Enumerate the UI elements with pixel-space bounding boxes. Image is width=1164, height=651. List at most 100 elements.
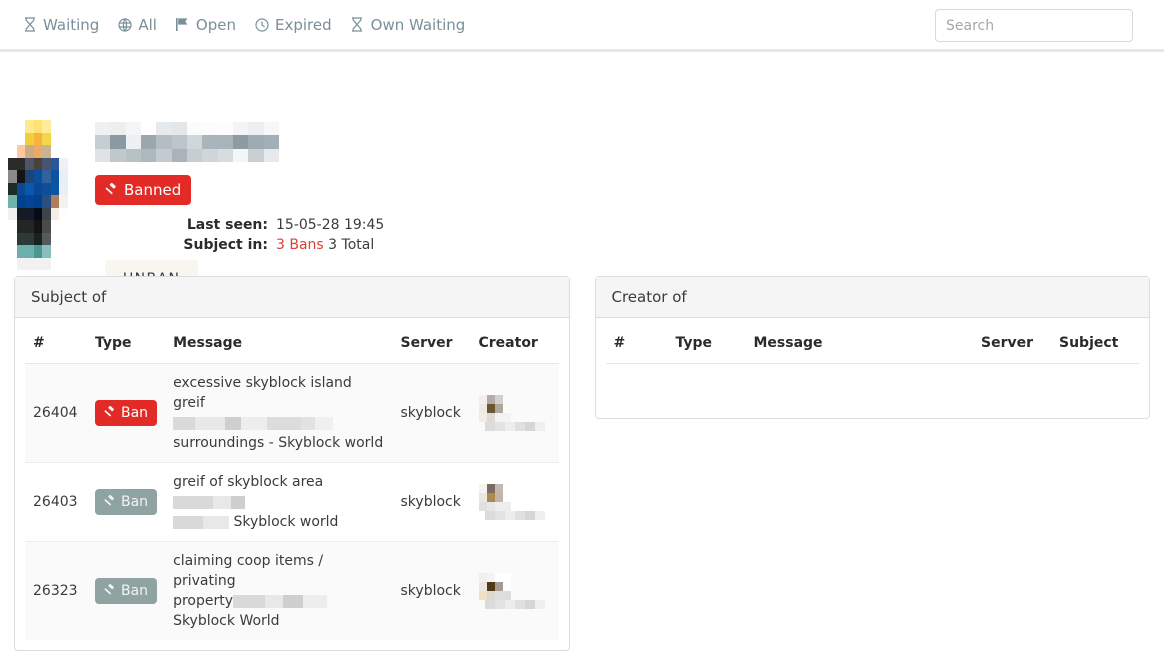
ban-badge-label: Ban [121,494,149,510]
redaction-block [95,135,111,149]
avatar-pixel [50,132,59,145]
creator-avatar-pixels [478,395,511,422]
redaction-block [263,122,279,136]
avatar-pixel [8,220,17,233]
avatar-pixel [33,182,42,195]
nav-item-waiting[interactable]: Waiting [18,10,113,40]
table-header-row: # Type Message Server Creator [25,318,559,364]
creator-avatar[interactable] [478,573,551,609]
ban-badge[interactable]: Ban [95,400,158,426]
nav-links: Waiting All Open Expired Own Waiting [0,10,479,40]
avatar-pixel [33,245,42,258]
avatar-pixel [25,132,34,145]
row-creator [470,363,559,463]
avatar-pixel [50,182,59,195]
avatar-pixel [59,220,68,233]
table-row[interactable]: 26323 Ban claiming coop items / privating p… [25,541,559,641]
nav-item-label: Open [195,15,236,34]
col-header-subject: Subject [1051,318,1139,364]
message-redaction [173,495,246,509]
avatar-pixel [8,170,17,183]
avatar-pixel [25,207,34,220]
creator-avatar-pixels [478,484,511,511]
col-header-message: Message [745,318,973,364]
search-box [935,9,1133,42]
col-header-server: Server [392,318,471,364]
avatar-pixel [42,257,51,270]
player-avatar [8,120,76,270]
row-server: skyblock [400,583,461,599]
avatar-pixel [16,120,25,133]
avatar-pixel [50,245,59,258]
avatar-pixel [42,132,51,145]
top-navigation-bar: Waiting All Open Expired Own Waiting Sea… [0,0,1164,52]
panel-creator-of: Creator of # Type Message Server Subject [594,276,1150,419]
redaction-block [125,135,141,149]
avatar-pixel [50,195,59,208]
subject-of-table: # Type Message Server Creator 26404 Ban ex… [25,318,559,640]
avatar-pixel [16,232,25,245]
panel-creator-of-title: Creator of [595,277,1149,318]
ban-badge[interactable]: Ban [95,489,158,515]
redaction-block [202,122,218,136]
redaction-block [140,122,157,136]
avatar-pixel [42,145,51,158]
avatar-pixel [42,195,51,208]
nav-item-all[interactable]: All [113,10,171,40]
gavel-icon [102,584,116,598]
row-server: skyblock [392,363,471,463]
avatar-pixel [67,157,76,170]
row-message: claiming coop items / privating property S… [165,542,392,641]
redaction-block [110,135,126,149]
table-row[interactable]: 26403 Ban greif of skyblock area Skyblock … [25,462,559,542]
avatar-pixel [33,120,42,133]
flag-icon [175,17,190,32]
avatar-pixel [50,207,59,220]
message-redaction [173,515,230,529]
redaction-block [110,148,126,162]
avatar-pixel [33,145,42,158]
ban-badge[interactable]: Ban [95,578,158,604]
bans-link[interactable]: 3 Bans [276,237,324,253]
redaction-block [232,122,249,136]
avatar-pixel [33,220,42,233]
bans-total: 3 Total [328,237,375,253]
redaction-block [217,148,233,162]
col-header-creator: Creator [470,318,559,364]
avatar-pixel [33,157,42,170]
redaction-block [156,122,172,136]
panel-creator-of-body: # Type Message Server Subject [596,318,1150,418]
creator-avatar[interactable] [478,484,551,520]
redaction-block [248,135,264,149]
avatar-pixel [8,120,17,133]
redaction-block [140,148,157,162]
avatar-pixel [67,207,76,220]
nav-item-expired[interactable]: Expired [250,10,346,40]
redaction-block [186,148,203,162]
nav-item-own-waiting[interactable]: Own Waiting [346,10,480,40]
avatar-pixel [50,232,59,245]
col-header-type: Type [87,318,166,364]
avatar-pixel [59,120,68,133]
nav-item-open[interactable]: Open [171,10,250,40]
redaction-block [171,122,187,136]
avatar-pixel [16,195,25,208]
avatar-pixel [67,245,76,258]
row-id: 26323 [33,583,78,599]
avatar-pixel [25,145,34,158]
avatar-pixel [59,145,68,158]
row-creator [470,462,559,542]
avatar-pixel [8,157,17,170]
avatar-pixel [67,132,76,145]
avatar-pixel [25,120,34,133]
redaction-block [171,148,187,162]
table-row[interactable]: 26404 Ban excessive skyblock island greif s… [25,363,559,463]
search-input[interactable] [935,9,1133,42]
avatar-pixel [16,157,25,170]
avatar-pixel [33,207,42,220]
redaction-block [248,148,264,162]
redaction-block [110,122,126,136]
creator-avatar[interactable] [478,395,551,431]
avatar-pixel [8,145,17,158]
avatar-pixel [59,132,68,145]
